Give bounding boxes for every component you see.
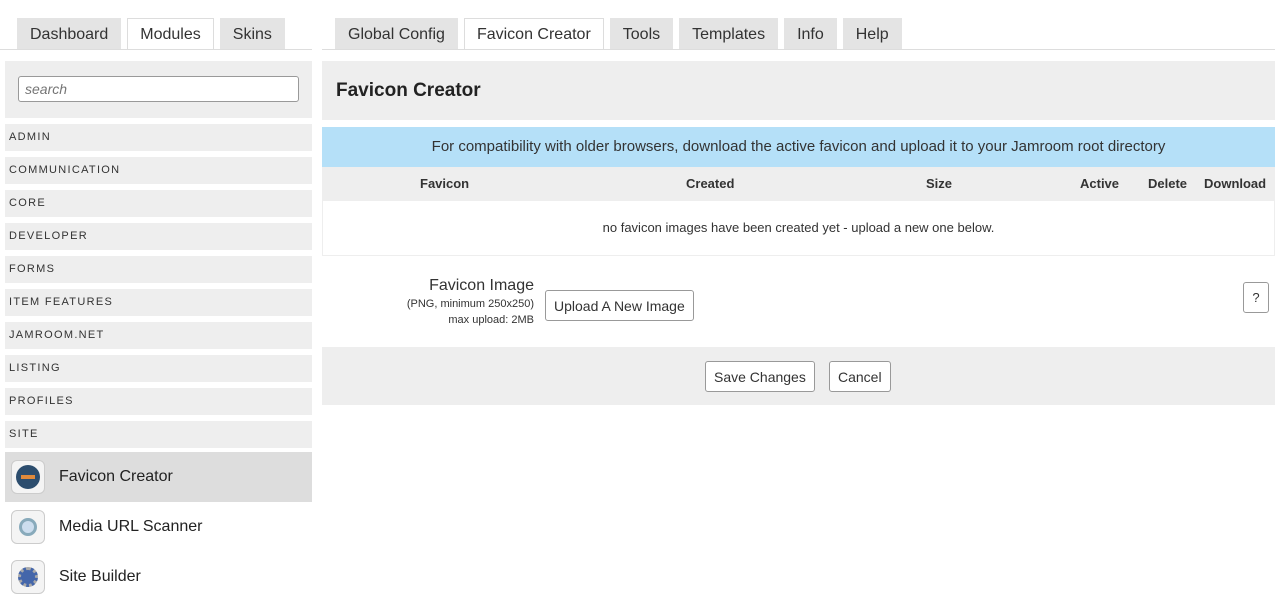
divider: [322, 49, 1275, 50]
tab-dashboard[interactable]: Dashboard: [17, 18, 122, 49]
category-site[interactable]: SITE: [5, 421, 312, 448]
module-favicon-creator[interactable]: Favicon Creator: [5, 452, 312, 502]
cancel-button[interactable]: Cancel: [829, 361, 891, 392]
upload-image-button[interactable]: Upload A New Image: [545, 290, 694, 321]
tab-help[interactable]: Help: [842, 18, 902, 49]
section-tabs: Global Config Favicon Creator Tools Temp…: [335, 18, 902, 50]
tab-global-config[interactable]: Global Config: [335, 18, 458, 49]
category-listing[interactable]: LISTING: [5, 355, 312, 382]
category-developer[interactable]: DEVELOPER: [5, 223, 312, 250]
module-label: Favicon Creator: [59, 468, 173, 485]
column-created: Created: [686, 176, 735, 191]
category-profiles[interactable]: PROFILES: [5, 388, 312, 415]
module-site-builder[interactable]: Site Builder: [5, 552, 312, 602]
save-button[interactable]: Save Changes: [705, 361, 815, 392]
search-input[interactable]: [18, 76, 299, 102]
field-label: Favicon Image (PNG, minimum 250x250) max…: [407, 277, 534, 326]
module-media-url-scanner[interactable]: Media URL Scanner: [5, 502, 312, 552]
column-favicon: Favicon: [420, 176, 470, 191]
category-item-features[interactable]: ITEM FEATURES: [5, 289, 312, 316]
gear-icon: [11, 560, 45, 594]
category-core[interactable]: CORE: [5, 190, 312, 217]
tab-favicon-creator[interactable]: Favicon Creator: [463, 18, 604, 50]
tab-templates[interactable]: Templates: [679, 18, 779, 49]
category-jamroom-net[interactable]: JAMROOM.NET: [5, 322, 312, 349]
module-label: Media URL Scanner: [59, 518, 203, 535]
category-communication[interactable]: COMMUNICATION: [5, 157, 312, 184]
module-label: Site Builder: [59, 568, 141, 585]
help-button[interactable]: ?: [1243, 282, 1269, 313]
favicon-creator-icon: [11, 460, 45, 494]
divider: [0, 49, 312, 50]
notice-banner: For compatibility with older browsers, d…: [322, 127, 1275, 167]
category-forms[interactable]: FORMS: [5, 256, 312, 283]
module-tabs: Dashboard Modules Skins: [17, 18, 285, 50]
column-size: Size: [926, 176, 953, 191]
empty-message: no favicon images have been created yet …: [322, 200, 1275, 256]
category-admin[interactable]: ADMIN: [5, 124, 312, 151]
search-panel: [5, 61, 312, 118]
column-download: Download: [1204, 176, 1267, 191]
table-header: Favicon Created Size Active Delete Downl…: [322, 167, 1275, 200]
tab-tools[interactable]: Tools: [609, 18, 674, 49]
page-title: Favicon Creator: [322, 61, 1275, 120]
column-active: Active: [1080, 176, 1120, 191]
column-delete: Delete: [1148, 176, 1188, 191]
favicon-image-label: Favicon Image: [429, 277, 534, 294]
field-hint: max upload: 2MB: [448, 314, 534, 326]
tab-skins[interactable]: Skins: [219, 18, 285, 49]
field-hint: (PNG, minimum 250x250): [406, 298, 534, 310]
magnifier-icon: [11, 510, 45, 544]
tab-info[interactable]: Info: [784, 18, 837, 49]
tab-modules[interactable]: Modules: [127, 18, 214, 50]
